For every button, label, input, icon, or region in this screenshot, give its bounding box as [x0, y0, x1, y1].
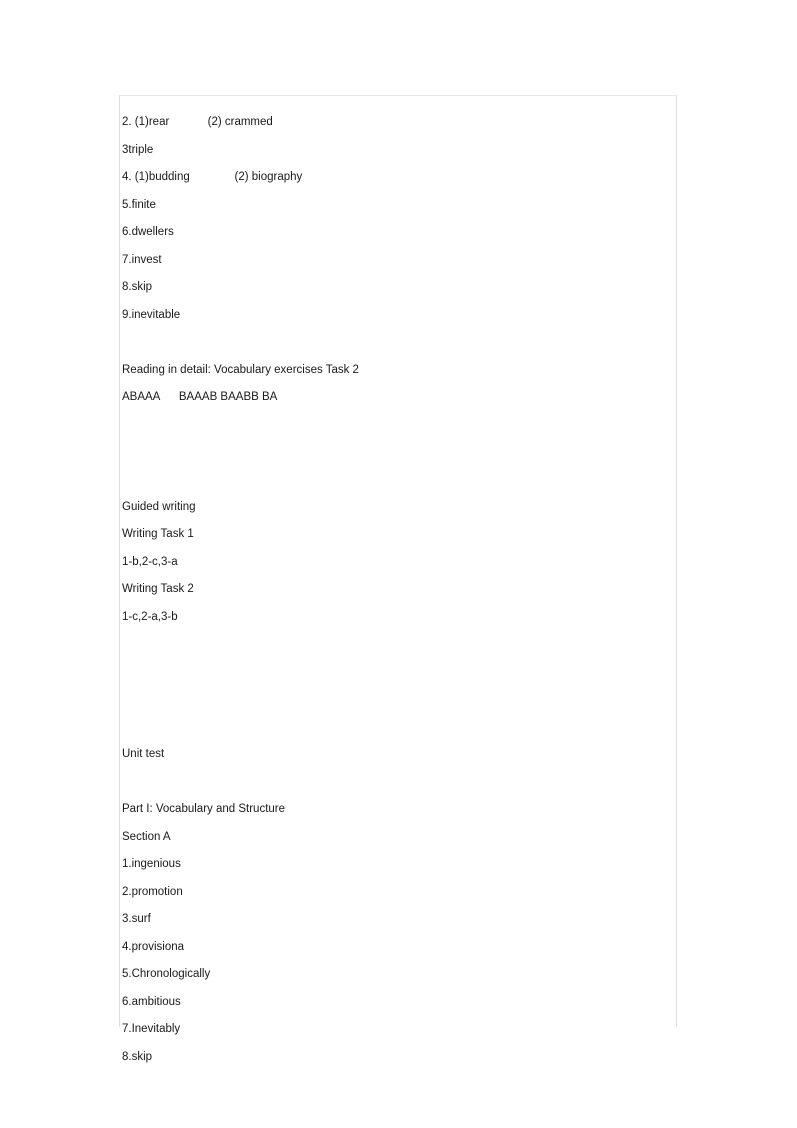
answer-line: 6.ambitious — [122, 995, 181, 1008]
document-content-frame: 2. (1)rear (2) crammed 3triple 4. (1)bud… — [119, 95, 677, 1063]
answer-line: 4. (1)budding (2) biography — [122, 171, 303, 183]
section-heading: Reading in detail: Vocabulary exercises … — [122, 363, 359, 376]
section-heading: Guided writing — [122, 500, 196, 513]
answer-line: 1-c,2-a,3-b — [122, 610, 178, 623]
answer-line: 1-b,2-c,3-a — [122, 555, 178, 568]
document-page: 2. (1)rear (2) crammed 3triple 4. (1)bud… — [0, 0, 797, 1128]
answer-line: 2.promotion — [122, 885, 183, 898]
answer-line: 1.ingenious — [122, 858, 181, 870]
subsection-heading: Writing Task 1 — [122, 528, 194, 540]
answer-line: 6.dwellers — [122, 226, 174, 238]
section-answer-key-continued: 2. (1)rear (2) crammed 3triple 4. (1)bud… — [121, 109, 678, 329]
section-part-one: Part I: Vocabulary and Structure Section… — [121, 796, 678, 1071]
answer-line: 9.inevitable — [122, 308, 181, 321]
section-reading-in-detail: Reading in detail: Vocabulary exercises … — [121, 357, 678, 412]
section-guided-writing: Guided writing Writing Task 1 1-b,2-c,3-… — [121, 494, 678, 632]
answer-line: 8.skip — [122, 281, 153, 293]
section-unit-test: Unit test — [121, 741, 678, 769]
answer-line: 7.invest — [122, 253, 162, 266]
answer-line: 5.Chronologically — [122, 968, 211, 980]
answer-line: 5.finite — [122, 198, 156, 211]
subsection-heading: Section A — [122, 830, 171, 843]
answer-line: 3.surf — [122, 913, 151, 925]
answer-line: 7.Inevitably — [122, 1023, 181, 1035]
document-text-body: 2. (1)rear (2) crammed 3triple 4. (1)bud… — [120, 96, 678, 1071]
section-heading: Part I: Vocabulary and Structure — [122, 803, 286, 815]
answer-line: 8.skip — [122, 1050, 153, 1063]
answer-line: 4.provisiona — [122, 940, 185, 953]
answer-line: ABAAA BAAAB BAABB BA — [122, 391, 278, 403]
subsection-heading: Writing Task 2 — [122, 583, 194, 595]
answer-line: 3triple — [122, 143, 154, 156]
section-heading: Unit test — [122, 748, 165, 760]
answer-line: 2. (1)rear (2) crammed — [122, 116, 273, 128]
